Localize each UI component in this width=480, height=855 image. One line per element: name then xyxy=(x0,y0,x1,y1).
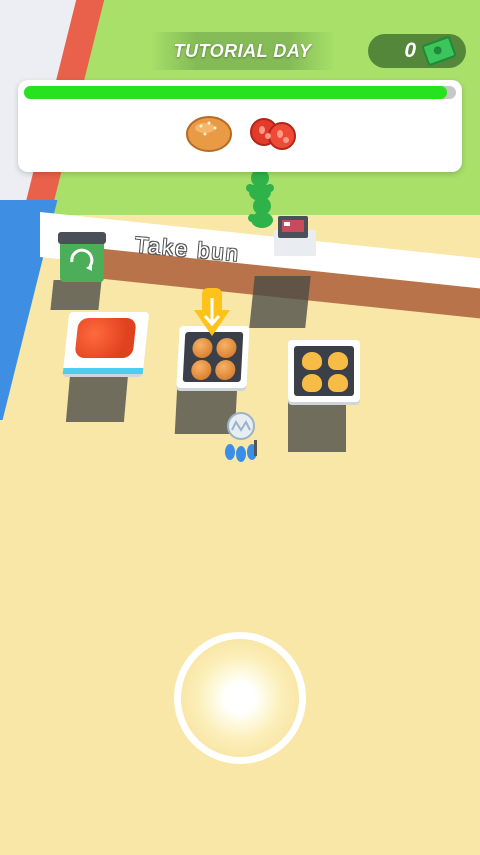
player-character xyxy=(225,412,257,462)
station-stripe xyxy=(62,368,144,374)
bun-icon xyxy=(186,116,232,152)
order-progress-fill xyxy=(24,86,448,99)
cheese-icon xyxy=(302,352,322,370)
joystick[interactable] xyxy=(174,632,306,764)
tomato-station-shadow xyxy=(65,374,129,422)
register-shadow xyxy=(249,276,311,328)
tomato-pile xyxy=(74,318,137,358)
money-counter: 0 xyxy=(368,34,466,68)
cheese-station-shadow xyxy=(288,402,346,452)
cheese-icon xyxy=(328,352,348,370)
cheese-icon xyxy=(302,374,322,392)
tomato-station[interactable] xyxy=(62,312,150,374)
customer-queue xyxy=(246,169,274,228)
tomato-slices-icon xyxy=(250,118,296,150)
trash-bin[interactable] xyxy=(56,228,110,286)
arrow-down-icon xyxy=(194,288,230,336)
cash-icon xyxy=(421,35,457,67)
cheese-icon xyxy=(328,374,348,392)
level-title-text: TUTORIAL DAY xyxy=(173,40,312,61)
level-title: TUTORIAL DAY xyxy=(150,32,335,70)
cheese-station[interactable] xyxy=(288,340,360,402)
money-value: 0 xyxy=(404,39,416,62)
